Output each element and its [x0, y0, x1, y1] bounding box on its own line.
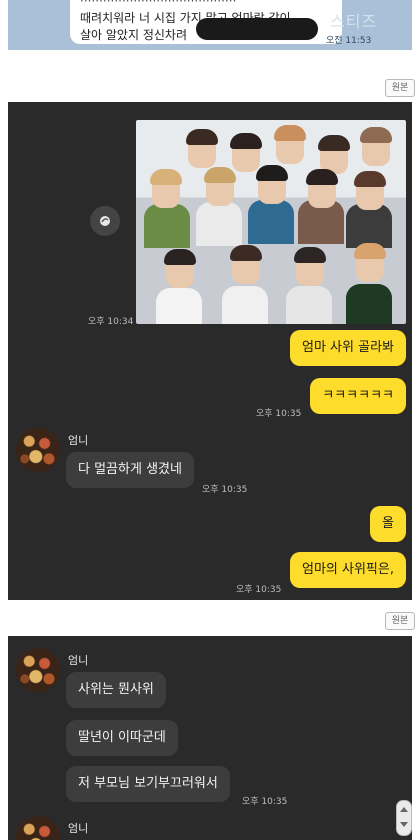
- scroll-control[interactable]: [396, 800, 412, 836]
- message-time: 오후 10:35: [256, 409, 302, 419]
- scroll-down-icon[interactable]: [400, 822, 408, 827]
- message-text: ········································…: [80, 0, 237, 8]
- message-bubble-other: 딸년이 이따군데: [66, 720, 178, 756]
- sender-name: 엄니: [68, 822, 89, 835]
- avatar[interactable]: [16, 816, 60, 840]
- chat-screenshot-2: 엄니 사위는 뭔사위 딸년이 이따군데 저 부모님 보기부끄러워서 오후 10:…: [8, 636, 412, 840]
- previous-chat-screenshot: ········································…: [8, 0, 412, 50]
- message-time: 오전 11:53: [326, 36, 372, 46]
- original-image-button[interactable]: 원본: [385, 612, 415, 630]
- share-button[interactable]: [90, 206, 120, 236]
- group-selfie-photo[interactable]: [136, 120, 406, 324]
- message-bubble-mine: 올: [370, 506, 406, 542]
- message-text: 살아 알았지 정신차려: [80, 28, 187, 42]
- scroll-up-icon[interactable]: [400, 807, 408, 812]
- message-bubble-other: 저 부모님 보기부끄러워서: [66, 766, 230, 802]
- redaction-bar: [196, 18, 318, 40]
- chat-screenshot-1: 오후 10:34 엄마 사위 골라봐 ㅋㅋㅋㅋㅋㅋ 오후 10:35 엄니 다 …: [8, 102, 412, 600]
- message-time: 오후 10:35: [236, 585, 282, 595]
- original-image-button[interactable]: 원본: [385, 79, 415, 97]
- message-bubble-other: 다 멀끔하게 생겼네: [66, 452, 194, 488]
- message-bubble-other: 사위는 뭔사위: [66, 672, 166, 708]
- sender-name: 엄니: [68, 654, 89, 667]
- message-bubble-mine: 엄마 사위 골라봐: [290, 330, 406, 366]
- share-icon: [100, 216, 110, 226]
- avatar[interactable]: [16, 428, 60, 472]
- message-bubble-mine: ㅋㅋㅋㅋㅋㅋ: [310, 378, 406, 414]
- message-time: 오후 10:34: [88, 317, 134, 327]
- message-bubble-mine: 엄마의 사위픽은,: [290, 552, 406, 588]
- message-time: 오후 10:35: [202, 485, 248, 495]
- watermark: 스티즈: [330, 12, 378, 31]
- sender-name: 엄니: [68, 434, 89, 447]
- message-time: 오후 10:35: [242, 797, 288, 807]
- avatar[interactable]: [16, 648, 60, 692]
